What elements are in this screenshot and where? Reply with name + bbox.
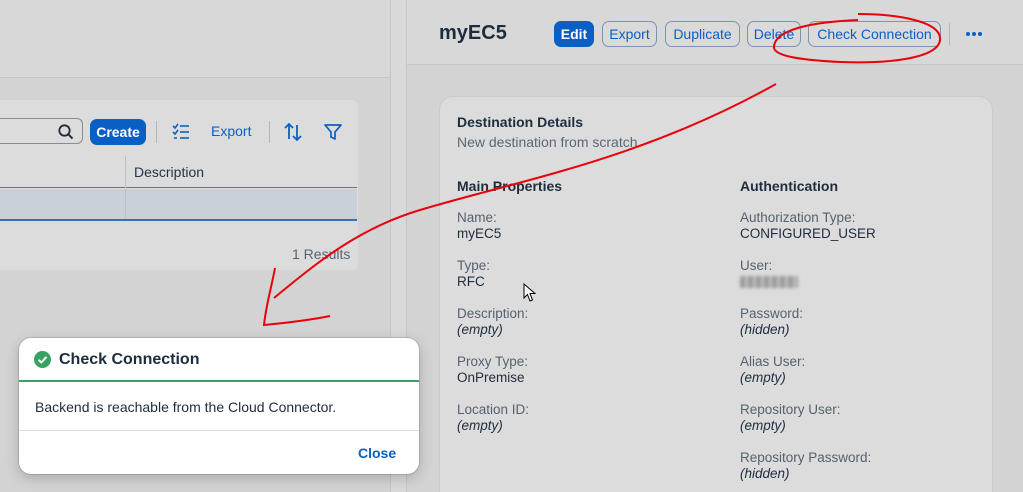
table-toolbar: Create Export <box>0 118 358 146</box>
dialog-title: Check Connection <box>59 351 200 368</box>
prop-value: (empty) <box>457 418 503 433</box>
create-button[interactable]: Create <box>90 119 146 145</box>
column-divider <box>125 156 126 188</box>
detail-pane: myEC5 Edit Export Duplicate Delete Check… <box>407 0 1023 492</box>
header-separator <box>949 23 950 45</box>
delete-button[interactable]: Delete <box>747 21 801 47</box>
toolbar-separator <box>156 121 157 143</box>
dialog-footer-divider <box>19 430 419 431</box>
prop-name: Name: myEC5 <box>457 210 501 242</box>
prop-password: Password: (hidden) <box>740 306 803 338</box>
sort-icon[interactable] <box>282 121 304 143</box>
export-list-button[interactable]: Export <box>211 123 251 139</box>
detail-header: myEC5 Edit Export Duplicate Delete Check… <box>407 0 1023 65</box>
prop-label: Authorization Type: <box>740 210 856 225</box>
success-icon <box>34 351 51 368</box>
export-button[interactable]: Export <box>602 21 657 47</box>
authentication-title: Authentication <box>740 178 838 194</box>
prop-repository-user: Repository User: (empty) <box>740 402 841 434</box>
table-column-header: Description <box>0 156 357 188</box>
main-properties-title: Main Properties <box>457 178 563 194</box>
mouse-pointer-icon <box>523 283 537 302</box>
prop-label: Type: <box>457 258 491 273</box>
master-list-header <box>0 0 390 78</box>
blurred-user-value <box>740 276 798 288</box>
edit-button[interactable]: Edit <box>554 21 594 47</box>
prop-label: User: <box>740 258 773 273</box>
prop-alias-user: Alias User: (empty) <box>740 354 805 386</box>
column-header-description[interactable]: Description <box>134 164 204 180</box>
prop-label: Repository Password: <box>740 450 872 465</box>
prop-repository-password: Repository Password: (hidden) <box>740 450 871 482</box>
prop-location-id: Location ID: (empty) <box>457 402 529 434</box>
toolbar-separator <box>269 121 270 143</box>
page-title: myEC5 <box>439 22 507 44</box>
prop-value: (empty) <box>740 370 786 385</box>
table-row[interactable] <box>0 189 357 221</box>
search-input[interactable] <box>0 118 83 144</box>
search-icon[interactable] <box>57 123 75 141</box>
prop-value: (empty) <box>740 418 786 433</box>
prop-label: Password: <box>740 306 804 321</box>
prop-value: (hidden) <box>740 466 790 481</box>
select-list-icon[interactable] <box>170 121 192 143</box>
close-button[interactable]: Close <box>352 444 402 462</box>
prop-label: Proxy Type: <box>457 354 529 369</box>
check-connection-dialog: Check Connection Backend is reachable fr… <box>19 338 419 474</box>
prop-label: Description: <box>457 306 529 321</box>
prop-user: User: <box>740 258 798 292</box>
card-subtitle: New destination from scratch <box>457 134 638 150</box>
filter-icon[interactable] <box>322 121 344 143</box>
prop-value: CONFIGURED_USER <box>740 226 876 241</box>
prop-label: Name: <box>457 210 497 225</box>
prop-label: Location ID: <box>457 402 530 417</box>
duplicate-button[interactable]: Duplicate <box>665 21 740 47</box>
prop-label: Alias User: <box>740 354 806 369</box>
prop-value: myEC5 <box>457 226 502 241</box>
prop-type: Type: RFC <box>457 258 490 290</box>
card-title: Destination Details <box>457 114 584 130</box>
prop-value: RFC <box>457 274 485 289</box>
results-count: 1 Results <box>292 246 351 262</box>
prop-value: OnPremise <box>457 370 525 385</box>
check-connection-button[interactable]: Check Connection <box>808 21 941 47</box>
prop-description: Description: (empty) <box>457 306 528 338</box>
prop-label: Repository User: <box>740 402 841 417</box>
prop-authorization-type: Authorization Type: CONFIGURED_USER <box>740 210 876 242</box>
column-divider <box>125 189 126 219</box>
prop-value: (empty) <box>457 322 503 337</box>
dialog-header: Check Connection <box>19 338 419 382</box>
more-options-icon[interactable] <box>963 25 985 43</box>
prop-value: (hidden) <box>740 322 790 337</box>
prop-proxy-type: Proxy Type: OnPremise <box>457 354 528 386</box>
dialog-message: Backend is reachable from the Cloud Conn… <box>35 399 337 415</box>
